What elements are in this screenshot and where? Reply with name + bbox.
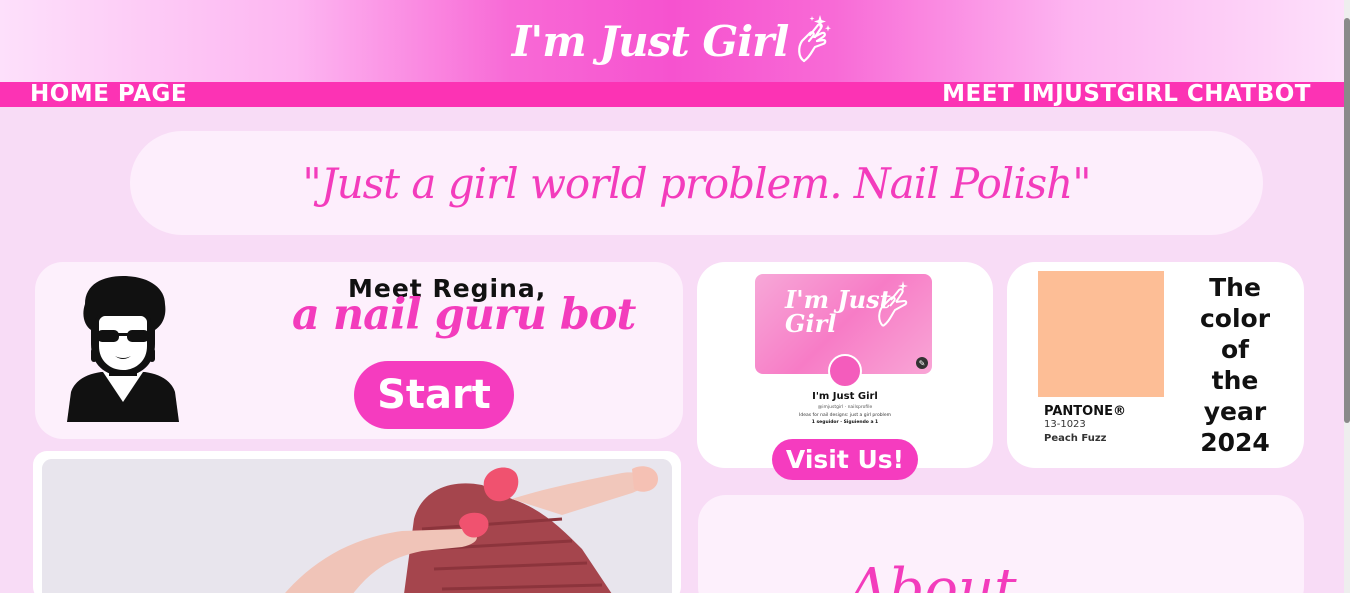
color-swatch (1038, 271, 1164, 397)
caption-line: year (1203, 397, 1267, 426)
regina-bot-card: Meet Regina, a nail guru bot Start (35, 262, 683, 439)
color-of-year-caption: The color of the year 2024 (1183, 272, 1287, 458)
about-heading: About (848, 557, 1017, 593)
scrollbar-thumb[interactable] (1344, 18, 1350, 423)
nail-photo (42, 459, 672, 593)
about-card: About (698, 495, 1304, 593)
caption-line: the (1211, 366, 1259, 395)
profile-bio: Ideas for nail designs: just a girl prob… (799, 413, 891, 418)
finger-heart-sparkle-icon (792, 13, 832, 69)
finger-heart-sparkle-icon (878, 281, 908, 327)
profile-name: I'm Just Girl (812, 391, 878, 402)
site-header: I'm Just Girl (0, 0, 1344, 82)
logo[interactable]: I'm Just Girl (512, 13, 833, 69)
caption-line: of (1220, 335, 1250, 364)
quote-banner: "Just a girl world problem. Nail Polish" (130, 131, 1263, 235)
nav-home-link[interactable]: HOME PAGE (30, 82, 187, 107)
profile-avatar[interactable] (828, 354, 862, 388)
caption-line: color (1199, 304, 1271, 333)
nail-guru-subtitle: a nail guru bot (292, 290, 636, 340)
pencil-icon[interactable]: ✎ (916, 357, 928, 369)
nav-chatbot-link[interactable]: MEET IMJUSTGIRL CHATBOT (942, 82, 1311, 107)
logo-text: I'm Just Girl (511, 16, 790, 66)
profile-handle: @imjustgirl · nailsprofile (817, 405, 873, 410)
start-button[interactable]: Start (354, 361, 514, 429)
woman-sunglasses-icon (57, 274, 189, 426)
pantone-color-name: Peach Fuzz (1044, 433, 1107, 444)
visit-us-button[interactable]: Visit Us! (772, 439, 918, 480)
nail-photo-card (33, 451, 681, 593)
caption-line: 2024 (1200, 428, 1270, 457)
page-scrollbar[interactable] (1344, 0, 1350, 593)
caption-line: The (1209, 273, 1261, 302)
pantone-brand: PANTONE® (1044, 404, 1126, 419)
follow-stats: 1 seguidor · Siguiendo a 1 (811, 420, 879, 425)
pinterest-profile-card: I'm Just Girl ✎ I'm Just Girl @imjustgir… (697, 262, 993, 480)
quote-text: "Just a girl world problem. Nail Polish" (302, 158, 1091, 208)
pantone-code: 13-1023 (1044, 419, 1086, 430)
pantone-card: PANTONE® 13-1023 Peach Fuzz The color of… (1007, 262, 1304, 468)
nav-bar: HOME PAGE MEET IMJUSTGIRL CHATBOT (0, 82, 1344, 107)
